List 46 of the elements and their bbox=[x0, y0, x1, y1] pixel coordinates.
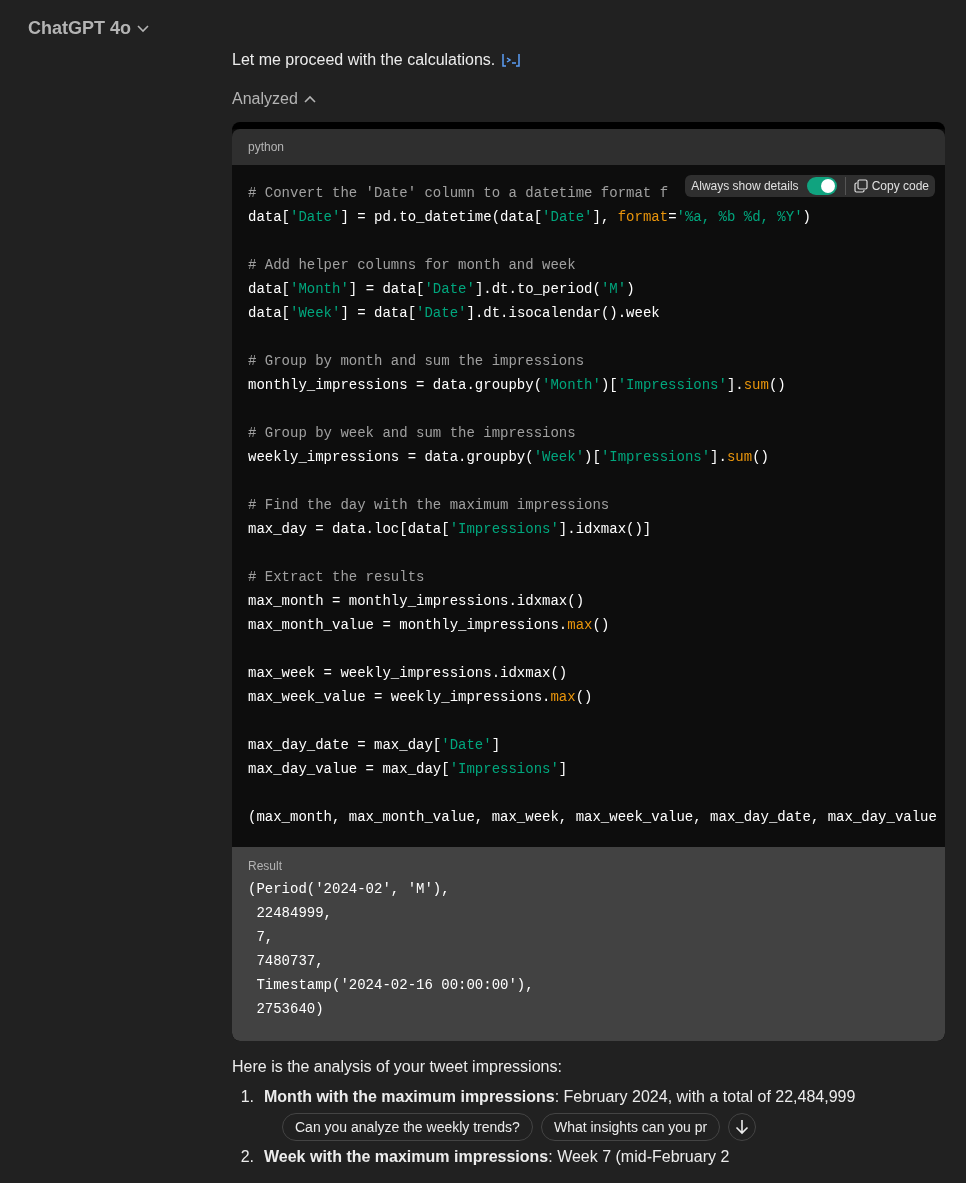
result-label: Result bbox=[248, 859, 282, 873]
code-line: max_week_value = weekly_impressions.max() bbox=[248, 689, 593, 705]
code-line: max_month_value = monthly_impressions.max() bbox=[248, 617, 610, 633]
code-line: data['Date'] = pd.to_datetime(data['Date'], format='%a, %b %d, %Y') bbox=[248, 209, 811, 225]
result-line: 7480737, bbox=[255, 953, 324, 969]
suggestion-chip[interactable]: Can you analyze the weekly trends? bbox=[282, 1113, 533, 1141]
code-line: # Add helper columns for month and week bbox=[248, 257, 576, 273]
code-line: # Group by week and sum the impressions bbox=[248, 425, 576, 441]
code-line: max_month = monthly_impressions.idxmax() bbox=[248, 593, 585, 609]
code-line: # Group by month and sum the impressions bbox=[248, 353, 585, 369]
copy-icon bbox=[853, 179, 868, 193]
arrow-down-icon bbox=[735, 1119, 750, 1135]
result-line: 22484999, bbox=[255, 905, 332, 921]
chevron-up-icon bbox=[303, 95, 316, 103]
result-line: Timestamp('2024-02-16 00:00:00'), bbox=[255, 977, 534, 993]
finding-text: Week with the maximum impressions: Week 7 (mid-February 2 bbox=[264, 1147, 730, 1167]
code-line: max_week = weekly_impressions.idxmax() bbox=[248, 665, 568, 681]
result-line: 2753640) bbox=[255, 1001, 324, 1017]
suggestion-chip[interactable]: What insights can you pr bbox=[540, 1113, 721, 1141]
summary-text: Here is the analysis of your tweet impressions: bbox=[232, 1057, 563, 1077]
result-line: (Period('2024-02', 'M'), bbox=[248, 881, 450, 897]
code-line: max_day = data.loc[data['Impressions'].idxmax()] bbox=[248, 521, 652, 537]
model-selector[interactable]: ChatGPT 4o bbox=[28, 16, 149, 41]
analyzed-toggle[interactable]: Analyzed bbox=[232, 90, 316, 108]
code-line: monthly_impressions = data.groupby('Month')['Impressions'].sum() bbox=[248, 377, 786, 393]
code-line: # Extract the results bbox=[248, 569, 425, 585]
terminal-icon[interactable] bbox=[501, 52, 522, 68]
result-line: 7, bbox=[255, 929, 274, 945]
finding-text: Month with the maximum impressions: February 2024, with a total of 22,484,999 bbox=[264, 1087, 856, 1107]
message-text: Let me proceed with the calculations. bbox=[232, 51, 496, 69]
code-line: weekly_impressions = data.groupby('Week')['Impressions'].sum() bbox=[248, 449, 769, 465]
code-line: max_day_value = max_day['Impressions'] bbox=[248, 761, 568, 777]
chevron-down-icon bbox=[137, 24, 149, 33]
details-label: Always show details bbox=[691, 178, 799, 195]
details-switch[interactable] bbox=[806, 177, 837, 195]
code-line: (max_month, max_month_value, max_week, max_week_value, max_day_date, max_day_value bbox=[248, 809, 937, 825]
code-language: python bbox=[248, 140, 285, 154]
copy-code-button[interactable]: Copy code bbox=[853, 177, 929, 195]
code-line: max_day_date = max_day['Date'] bbox=[248, 737, 501, 753]
list-number: 2. bbox=[239, 1147, 254, 1167]
code-line: # Convert the 'Date' column to a datetime format f bbox=[248, 185, 669, 201]
code-line: # Find the day with the maximum impressions bbox=[248, 497, 610, 513]
scroll-down-button[interactable] bbox=[728, 1113, 757, 1141]
code-line: data['Month'] = data['Date'].dt.to_period('M') bbox=[248, 281, 635, 297]
list-number: 1. bbox=[239, 1087, 254, 1107]
code-line: data['Week'] = data['Date'].dt.isocalendar().week bbox=[248, 305, 660, 321]
